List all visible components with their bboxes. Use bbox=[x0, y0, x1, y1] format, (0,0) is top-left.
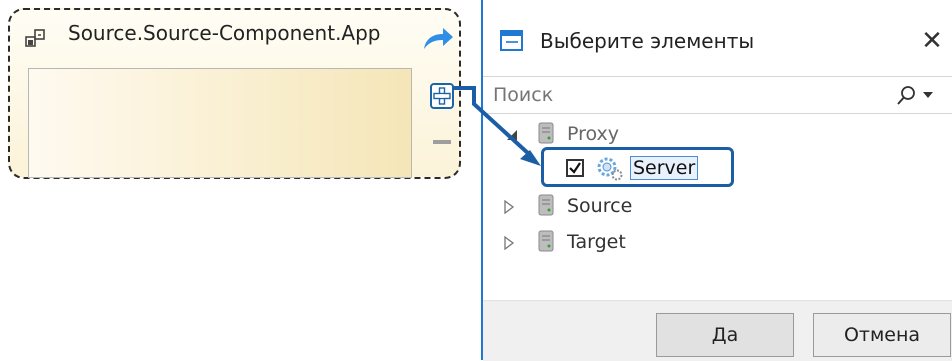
tree-item-server[interactable]: Server bbox=[541, 147, 734, 187]
search-icon[interactable] bbox=[895, 85, 917, 107]
tree-item-label: Target bbox=[567, 231, 626, 253]
server-icon bbox=[538, 122, 554, 144]
plus-icon bbox=[433, 87, 451, 105]
gear-icon bbox=[597, 157, 623, 181]
tree-item-target[interactable]: Target bbox=[483, 228, 783, 258]
search-box bbox=[483, 76, 952, 114]
ok-button[interactable]: Да bbox=[656, 313, 794, 357]
tree-item-proxy[interactable]: Proxy bbox=[483, 120, 783, 150]
dialog-titlebar: Выберите элементы ✕ bbox=[483, 0, 952, 76]
tree-item-label: Source bbox=[567, 195, 633, 217]
tree-item-label: Proxy bbox=[567, 123, 620, 145]
tree-item-label: Server bbox=[630, 156, 699, 180]
add-button[interactable] bbox=[430, 83, 454, 109]
dialog-window-icon bbox=[500, 30, 523, 51]
close-icon[interactable]: ✕ bbox=[917, 27, 947, 55]
dialog-title: Выберите элементы bbox=[540, 29, 755, 53]
component-list[interactable] bbox=[28, 68, 412, 178]
cancel-button[interactable]: Отмена bbox=[813, 313, 951, 357]
collapsed-triangle-icon[interactable] bbox=[502, 236, 516, 250]
dialog-footer: Да Отмена bbox=[483, 300, 952, 361]
component-icon bbox=[25, 29, 45, 47]
share-arrow-icon[interactable] bbox=[421, 25, 455, 51]
expanded-triangle-icon[interactable] bbox=[505, 128, 519, 142]
component-title: Source.Source-Component.App bbox=[68, 21, 381, 45]
server-checkbox[interactable] bbox=[566, 159, 584, 177]
select-items-dialog: Выберите элементы ✕ Proxy bbox=[481, 0, 952, 361]
collapsed-triangle-icon[interactable] bbox=[502, 200, 516, 214]
checkmark-icon bbox=[569, 162, 581, 174]
tree-item-source[interactable]: Source bbox=[483, 192, 783, 222]
search-input[interactable] bbox=[493, 83, 873, 107]
chevron-down-icon[interactable] bbox=[923, 92, 933, 100]
server-icon bbox=[538, 230, 554, 252]
minus-icon[interactable] bbox=[430, 137, 454, 147]
server-icon bbox=[538, 194, 554, 216]
component-card: Source.Source-Component.App bbox=[8, 8, 461, 179]
